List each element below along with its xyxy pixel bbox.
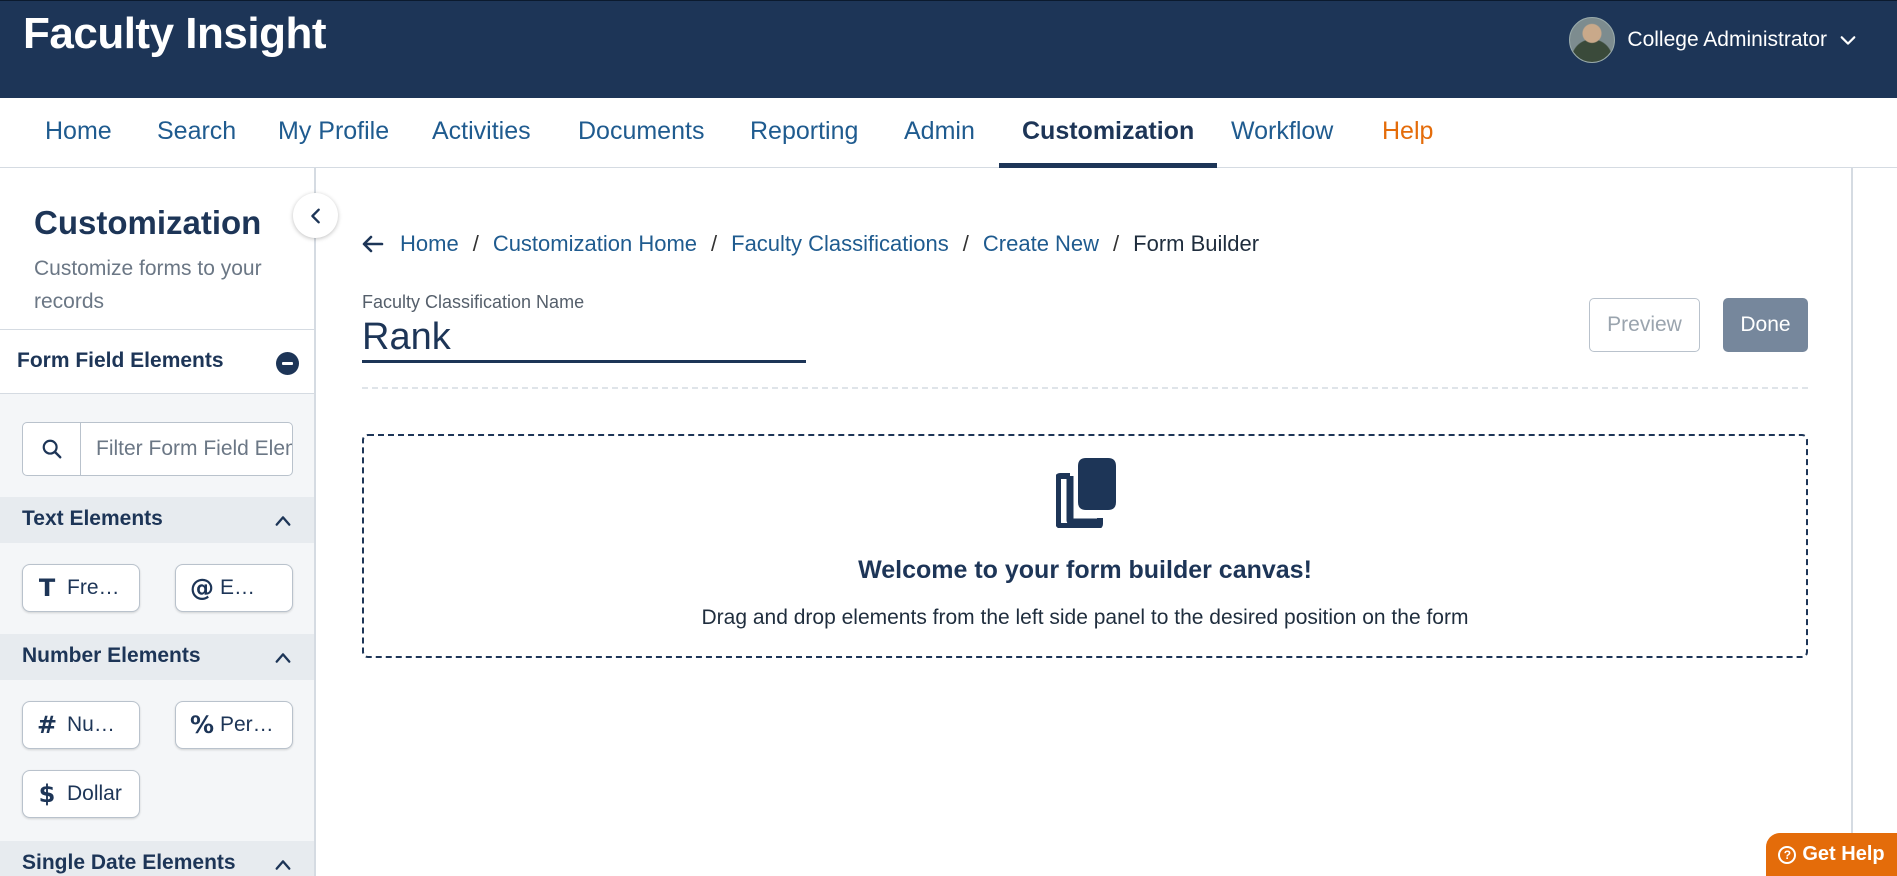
search-icon: [23, 423, 81, 475]
filter-input[interactable]: [81, 423, 292, 475]
element-label: E…: [220, 576, 256, 599]
sidebar-title: Customization: [34, 204, 262, 241]
user-name: College Administrator: [1627, 28, 1827, 51]
copy-icon: [1056, 458, 1116, 528]
nav-customization[interactable]: Customization: [999, 98, 1218, 168]
breadcrumb-faculty-classifications[interactable]: Faculty Classifications: [731, 231, 949, 257]
element-free-text[interactable]: T Fre…: [22, 564, 140, 612]
classification-name-input[interactable]: [362, 315, 806, 363]
content-border: [1851, 168, 1853, 876]
collapse-minus-icon[interactable]: [276, 352, 299, 375]
chevron-up-icon: [275, 860, 291, 870]
element-dollar[interactable]: $ Dollar: [22, 770, 140, 818]
chevron-up-icon: [275, 653, 291, 663]
percent-icon: %: [190, 711, 215, 739]
arrow-left-icon[interactable]: [362, 235, 384, 253]
breadcrumb-separator: /: [962, 231, 969, 256]
preview-button[interactable]: Preview: [1589, 298, 1700, 352]
element-number[interactable]: # Nu…: [22, 701, 140, 749]
hash-icon: #: [37, 711, 58, 739]
filter-form-field-elements: [22, 422, 293, 476]
top-header: Faculty Insight College Administrator: [0, 0, 1897, 98]
nav-help[interactable]: Help: [1382, 98, 1433, 168]
chevron-down-icon: [1840, 36, 1856, 45]
nav-search[interactable]: Search: [157, 98, 236, 168]
sidebar-subtitle: Customize forms to your records: [34, 257, 262, 313]
form-field-elements-header[interactable]: Form Field Elements: [0, 330, 314, 394]
single-date-elements-header[interactable]: Single Date Elements: [0, 841, 314, 876]
element-email[interactable]: @ E…: [175, 564, 293, 612]
app-title: Faculty Insight: [23, 9, 326, 58]
sidebar-header: Customization Customize forms to your re…: [0, 168, 314, 330]
canvas-title: Welcome to your form builder canvas!: [858, 556, 1312, 584]
at-icon: @: [190, 574, 214, 602]
number-elements-header[interactable]: Number Elements: [0, 634, 314, 680]
collapse-sidebar-button[interactable]: [293, 193, 338, 238]
nav-documents[interactable]: Documents: [578, 98, 704, 168]
avatar: [1569, 17, 1616, 63]
nav-workflow[interactable]: Workflow: [1231, 98, 1333, 168]
nav-admin[interactable]: Admin: [904, 98, 975, 168]
element-label: Nu…: [67, 713, 115, 736]
element-label: Fre…: [67, 576, 120, 599]
user-menu[interactable]: College Administrator: [1569, 17, 1857, 63]
nav-my-profile[interactable]: My Profile: [278, 98, 389, 168]
get-help-button[interactable]: ? Get Help: [1766, 833, 1897, 876]
sidebar: Customization Customize forms to your re…: [0, 168, 316, 876]
divider: [362, 387, 1808, 389]
breadcrumb-separator: /: [472, 231, 479, 256]
form-builder-canvas[interactable]: Welcome to your form builder canvas! Dra…: [362, 434, 1808, 658]
canvas-subtitle: Drag and drop elements from the left sid…: [701, 606, 1469, 629]
breadcrumb: Home / Customization Home / Faculty Clas…: [362, 231, 1259, 257]
chevron-up-icon: [275, 516, 291, 526]
nav-reporting[interactable]: Reporting: [750, 98, 858, 168]
breadcrumb-customization-home[interactable]: Customization Home: [493, 231, 697, 257]
number-elements-title: Number Elements: [22, 644, 201, 667]
main-nav: Home Search My Profile Activities Docume…: [0, 98, 1897, 168]
nav-home[interactable]: Home: [45, 98, 112, 168]
text-elements-title: Text Elements: [22, 507, 163, 530]
form-field-elements-label: Form Field Elements: [17, 349, 224, 372]
single-date-elements-title: Single Date Elements: [22, 851, 236, 874]
breadcrumb-separator: /: [1113, 231, 1120, 256]
question-icon: ?: [1778, 845, 1797, 864]
chevron-left-icon: [310, 208, 320, 223]
text-icon: T: [38, 574, 56, 602]
get-help-label: Get Help: [1802, 843, 1885, 865]
breadcrumb-current: Form Builder: [1133, 231, 1260, 256]
breadcrumb-separator: /: [711, 231, 718, 256]
element-label: Per…: [220, 713, 274, 736]
done-button[interactable]: Done: [1723, 298, 1808, 352]
breadcrumb-create-new[interactable]: Create New: [983, 231, 1099, 257]
text-elements-header[interactable]: Text Elements: [0, 497, 314, 543]
dollar-icon: $: [38, 780, 56, 808]
breadcrumb-home[interactable]: Home: [400, 231, 459, 257]
classification-name-label: Faculty Classification Name: [362, 292, 585, 312]
element-label: Dollar: [67, 782, 122, 805]
element-percent[interactable]: % Per…: [175, 701, 293, 749]
nav-activities[interactable]: Activities: [432, 98, 531, 168]
